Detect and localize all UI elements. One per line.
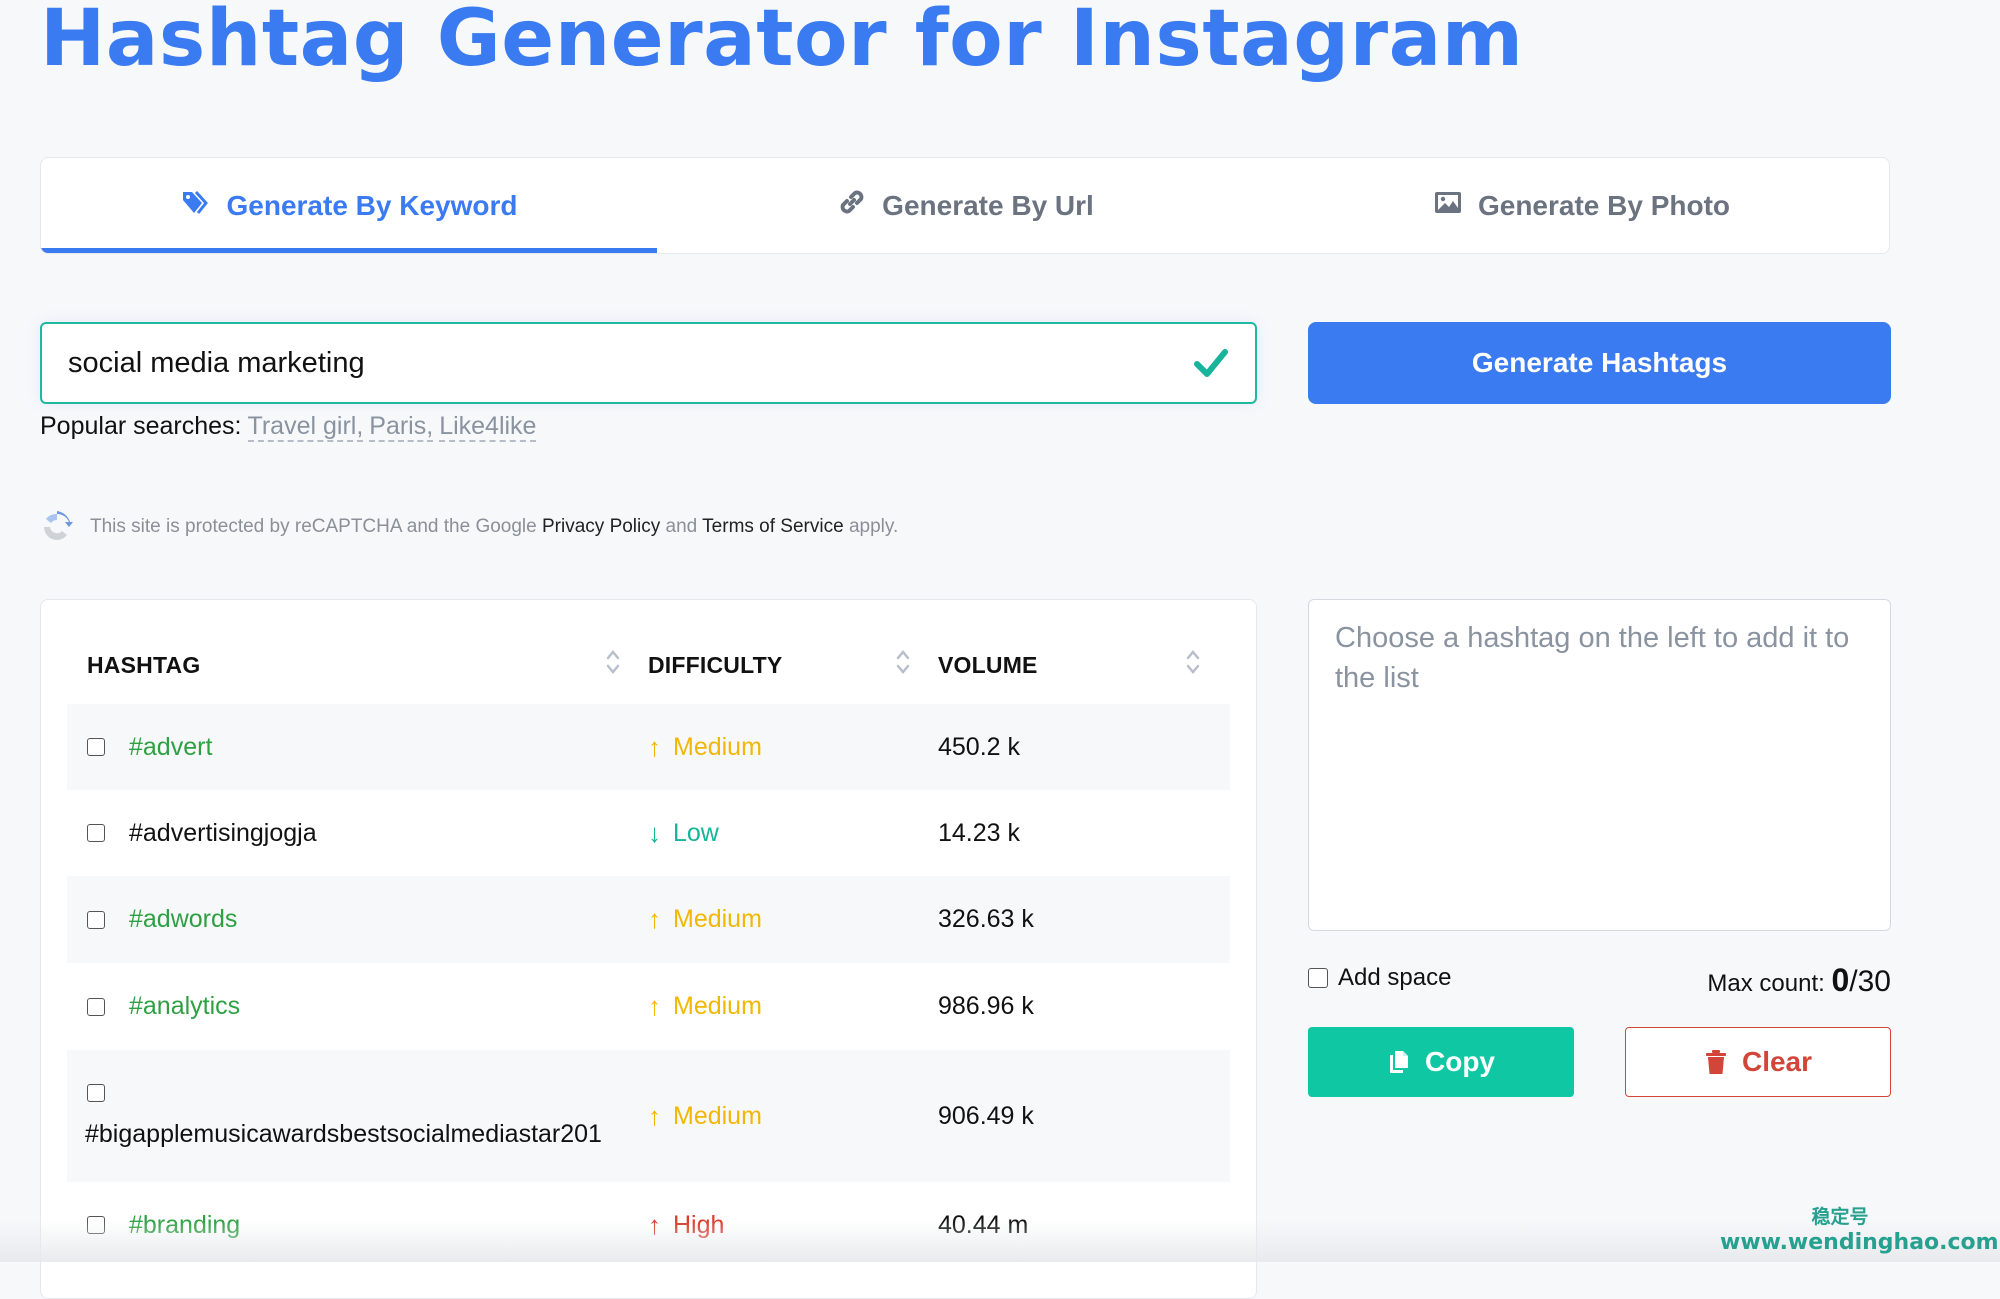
tab-generate-by-url[interactable]: Generate By Url — [657, 158, 1273, 253]
arrow-up-icon: ↑ — [648, 731, 661, 762]
sort-icon[interactable] — [894, 647, 912, 683]
tab-label: Generate By Photo — [1477, 189, 1731, 221]
max-count-label: Max count: — [1707, 970, 1825, 997]
arrow-up-icon: ↑ — [648, 904, 661, 934]
clear-button[interactable]: Clear — [1625, 1027, 1891, 1097]
recaptcha-suffix: apply. — [848, 516, 899, 537]
difficulty-value: Medium — [673, 1101, 762, 1130]
add-space-toggle[interactable]: Add space — [1308, 964, 1451, 992]
tab-label: Generate By Keyword — [226, 189, 518, 221]
arrow-up-icon: ↑ — [648, 991, 661, 1021]
column-difficulty-header[interactable]: DIFFICULTY — [648, 647, 938, 683]
hashtag-checkbox[interactable] — [87, 1216, 105, 1234]
volume-value: 326.63 k — [938, 905, 1034, 933]
copy-icon — [1390, 1051, 1408, 1073]
check-icon — [1194, 349, 1228, 377]
volume-value: 450.2 k — [938, 732, 1021, 761]
watermark: 稳定号 www.wendinghao.com — [1720, 1204, 1999, 1256]
tags-icon — [181, 186, 213, 225]
max-count: Max count: 0/30 — [1707, 962, 1891, 999]
volume-value: 906.49 k — [938, 1101, 1034, 1130]
recaptcha-notice: This site is protected by reCAPTCHA and … — [40, 510, 898, 544]
difficulty-value: Medium — [673, 992, 762, 1020]
difficulty-value: Medium — [673, 905, 762, 933]
hashtag-checkbox[interactable] — [87, 997, 105, 1016]
recaptcha-text: This site is protected by reCAPTCHA and … — [90, 516, 537, 537]
table-header: HASHTAG DIFFICULTY VOLUME — [67, 640, 1230, 690]
volume-value: 40.44 m — [938, 1210, 1029, 1239]
hashtag-name[interactable]: #adwords — [129, 905, 237, 934]
add-space-label: Add space — [1338, 964, 1452, 991]
arrow-down-icon: ↓ — [648, 817, 661, 848]
table-row[interactable]: #bigapplemusicawardsbestsocialmediastar2… — [67, 1050, 1230, 1182]
hashtag-name[interactable]: #bigapplemusicawardsbestsocialmediastar2… — [85, 1120, 602, 1149]
sort-icon[interactable] — [1184, 647, 1202, 683]
table-row[interactable]: #advertisingjogja ↓ Low 14.23 k — [67, 790, 1230, 876]
popular-search-link[interactable]: Paris, — [369, 412, 434, 442]
selected-hashtags-textarea[interactable] — [1308, 599, 1891, 931]
popular-search-link[interactable]: Like4like — [439, 412, 537, 442]
tab-generate-by-keyword[interactable]: Generate By Keyword — [41, 158, 657, 253]
popular-searches: Popular searches: Travel girl, Paris, Like4… — [40, 412, 537, 442]
arrow-up-icon: ↑ — [648, 1100, 661, 1131]
recaptcha-icon — [44, 511, 73, 540]
volume-value: 986.96 k — [938, 992, 1034, 1020]
table-row[interactable]: #adwords ↑ Medium 326.63 k — [67, 876, 1230, 963]
copy-button[interactable]: Copy — [1308, 1027, 1574, 1097]
clear-label: Clear — [1741, 1046, 1813, 1077]
hashtag-name[interactable]: #advertisingjogja — [129, 819, 317, 848]
trash-icon — [1705, 1050, 1726, 1074]
table-row[interactable]: #branding ↑ High 40.44 m — [67, 1182, 1230, 1268]
hashtag-checkbox[interactable] — [87, 1083, 105, 1102]
tab-label: Generate By Url — [882, 189, 1094, 221]
selected-count: 0 — [1831, 962, 1850, 998]
popular-searches-label: Popular searches: — [40, 412, 242, 440]
sort-icon[interactable] — [604, 647, 622, 683]
hashtag-table: HASHTAG DIFFICULTY VOLUME #advert ↑ Mediu… — [40, 599, 1257, 1299]
copy-label: Copy — [1425, 1046, 1495, 1077]
link-icon — [836, 186, 868, 225]
keyword-field[interactable] — [40, 322, 1257, 404]
watermark-url: www.wendinghao.com — [1720, 1230, 1999, 1255]
arrow-up-icon: ↑ — [648, 1209, 661, 1240]
column-volume-header[interactable]: VOLUME — [938, 647, 1228, 683]
table-row[interactable]: #advert ↑ Medium 450.2 k — [67, 704, 1230, 790]
hashtag-name[interactable]: #advert — [129, 733, 212, 762]
column-hashtag-header[interactable]: HASHTAG — [67, 647, 648, 683]
privacy-policy-link[interactable]: Privacy Policy — [542, 516, 660, 537]
difficulty-value: Medium — [673, 732, 762, 761]
difficulty-value: High — [673, 1210, 725, 1239]
hashtag-checkbox[interactable] — [87, 910, 105, 929]
page-title: Hashtag Generator for Instagram — [40, 0, 1524, 84]
generate-hashtags-button[interactable]: Generate Hashtags — [1308, 322, 1891, 404]
keyword-input[interactable] — [66, 345, 1191, 381]
table-row[interactable]: #analytics ↑ Medium 986.96 k — [67, 963, 1230, 1050]
tab-generate-by-photo[interactable]: Generate By Photo — [1273, 158, 1889, 253]
volume-value: 14.23 k — [938, 818, 1021, 847]
terms-of-service-link[interactable]: Terms of Service — [702, 516, 843, 537]
hashtag-name[interactable]: #analytics — [129, 992, 240, 1021]
popular-search-link[interactable]: Travel girl, — [247, 412, 364, 442]
image-icon — [1432, 186, 1464, 225]
generator-tabs: Generate By Keyword Generate By Url Gene… — [40, 157, 1890, 254]
hashtag-name[interactable]: #branding — [129, 1211, 240, 1240]
hashtag-checkbox[interactable] — [87, 738, 105, 756]
difficulty-value: Low — [673, 818, 719, 847]
recaptcha-and: and — [665, 516, 698, 537]
watermark-cn: 稳定号 — [1811, 1206, 1869, 1228]
max-count-value: /30 — [1849, 965, 1891, 998]
add-space-checkbox[interactable] — [1308, 968, 1328, 988]
hashtag-checkbox[interactable] — [87, 824, 105, 842]
